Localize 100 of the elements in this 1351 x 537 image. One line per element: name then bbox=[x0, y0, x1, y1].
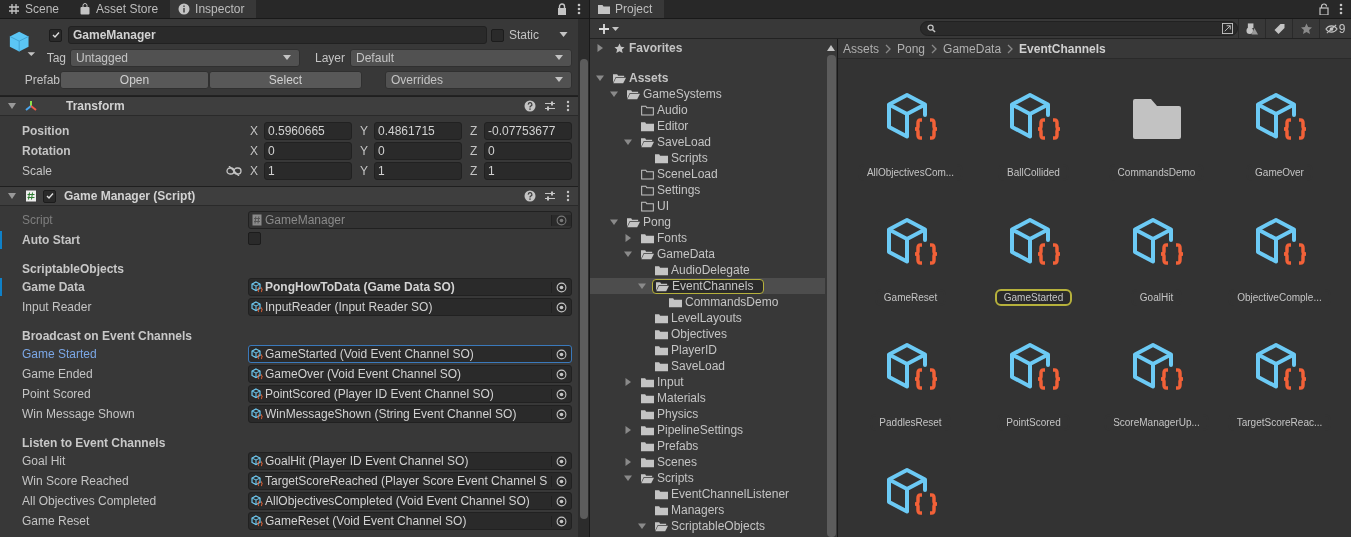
tree-item[interactable]: GameSystems bbox=[624, 86, 725, 102]
menu-icon[interactable] bbox=[1339, 3, 1343, 15]
shapes-icon[interactable] bbox=[1245, 22, 1259, 35]
object-field[interactable]: PongHowToData (Game Data SO) bbox=[248, 278, 572, 296]
cube-icon[interactable] bbox=[8, 29, 36, 57]
tree-item[interactable]: PlayerID bbox=[652, 342, 720, 358]
tree-item[interactable]: ScriptableObjects bbox=[652, 518, 769, 534]
expand-arrow-icon[interactable] bbox=[638, 282, 646, 290]
number-field[interactable]: 1 bbox=[374, 162, 462, 180]
tree-item[interactable]: Settings bbox=[638, 182, 704, 198]
expand-arrow-icon[interactable] bbox=[596, 44, 604, 52]
tree-item[interactable]: Scenes bbox=[638, 454, 701, 470]
enabled-checkbox[interactable] bbox=[43, 189, 56, 203]
object-field[interactable]: GameReset (Void Event Channel SO) bbox=[248, 512, 572, 530]
number-field[interactable]: -0.07753677 bbox=[484, 122, 572, 140]
expand-arrow-icon[interactable] bbox=[624, 138, 632, 146]
expand-arrow-icon[interactable] bbox=[624, 458, 632, 466]
tag-icon[interactable] bbox=[1272, 22, 1286, 35]
expand-arrow-icon[interactable] bbox=[624, 378, 632, 386]
number-field[interactable]: 0.4861715 bbox=[374, 122, 462, 140]
menu-icon[interactable] bbox=[566, 190, 570, 202]
overrides-dropdown[interactable]: Overrides bbox=[385, 71, 572, 89]
scroll-up-arrow-icon[interactable] bbox=[827, 45, 835, 51]
breadcrumb-link[interactable]: EventChannels bbox=[1019, 41, 1106, 56]
lock-icon[interactable] bbox=[557, 3, 567, 15]
presets-icon[interactable] bbox=[544, 100, 556, 112]
expand-arrow-icon[interactable] bbox=[596, 74, 604, 82]
tree-item[interactable]: Audio bbox=[638, 102, 691, 118]
help-icon[interactable] bbox=[524, 190, 536, 202]
tree-item[interactable]: Materials bbox=[638, 390, 709, 406]
number-field[interactable]: 0.5960665 bbox=[264, 122, 352, 140]
scrollbar[interactable] bbox=[578, 19, 589, 537]
tree-item[interactable]: EventChannelListener bbox=[652, 486, 793, 502]
component-header[interactable]: Transform bbox=[0, 96, 578, 116]
object-field[interactable]: WinMessageShown (String Event Channel SO) bbox=[248, 405, 572, 423]
panel-tab[interactable]: Project bbox=[590, 0, 665, 18]
prefab-button[interactable]: Select bbox=[209, 71, 362, 89]
name-field[interactable]: GameManager bbox=[68, 26, 487, 44]
tree-item[interactable]: Fonts bbox=[638, 230, 690, 246]
object-field[interactable]: PointScored (Player ID Event Channel SO) bbox=[248, 385, 572, 403]
number-field[interactable]: 1 bbox=[264, 162, 352, 180]
object-field[interactable]: TargetScoreReached (Player Score Event Channel S bbox=[248, 472, 572, 490]
tree-item[interactable]: Input bbox=[638, 374, 687, 390]
star-icon[interactable] bbox=[1299, 22, 1313, 35]
object-field[interactable]: GameOver (Void Event Channel SO) bbox=[248, 365, 572, 383]
menu-icon[interactable] bbox=[577, 3, 581, 15]
active-checkbox[interactable] bbox=[49, 28, 62, 42]
tree-item[interactable]: PipelineSettings bbox=[638, 422, 747, 438]
expand-arrow-icon[interactable] bbox=[8, 192, 16, 200]
number-field[interactable]: 1 bbox=[484, 162, 572, 180]
object-field[interactable]: InputReader (Input Reader SO) bbox=[248, 298, 572, 316]
prefab-button[interactable]: Open bbox=[60, 71, 209, 89]
expand-arrow-icon[interactable] bbox=[8, 102, 16, 110]
number-field[interactable]: 0 bbox=[264, 142, 352, 160]
tree-item[interactable]: Physics bbox=[638, 406, 702, 422]
lock-icon[interactable] bbox=[1319, 3, 1329, 15]
layer-dropdown[interactable]: Default bbox=[350, 49, 572, 67]
panel-tab[interactable]: Asset Store bbox=[71, 0, 171, 18]
panel-tab[interactable]: Inspector bbox=[170, 0, 257, 18]
help-icon[interactable] bbox=[524, 100, 536, 112]
tree-item[interactable]: Favorites bbox=[610, 40, 686, 56]
tree-item[interactable]: SceneLoad bbox=[638, 166, 721, 182]
presets-icon[interactable] bbox=[544, 190, 556, 202]
save-search-icon[interactable] bbox=[1222, 23, 1233, 34]
expand-arrow-icon[interactable] bbox=[624, 474, 632, 482]
breadcrumb-link[interactable]: GameData bbox=[943, 41, 1002, 56]
expand-arrow-icon[interactable] bbox=[610, 218, 618, 226]
panel-tab[interactable]: Scene bbox=[0, 0, 72, 18]
number-field[interactable]: 0 bbox=[484, 142, 572, 160]
tree-item[interactable]: LevelLayouts bbox=[652, 310, 745, 326]
tree-item[interactable]: Scripts bbox=[638, 470, 697, 486]
object-field[interactable]: GameStarted (Void Event Channel SO) bbox=[248, 345, 572, 363]
tree-item[interactable]: Editor bbox=[638, 118, 692, 134]
unlink-icon[interactable] bbox=[226, 166, 242, 176]
tag-dropdown[interactable]: Untagged bbox=[70, 49, 300, 67]
auto-start-checkbox[interactable] bbox=[248, 232, 261, 245]
number-field[interactable]: 0 bbox=[374, 142, 462, 160]
add-dropdown-icon[interactable] bbox=[598, 22, 620, 35]
tree-item[interactable]: EventChannels bbox=[652, 278, 765, 294]
menu-icon[interactable] bbox=[566, 100, 570, 112]
asset-name[interactable]: GameStarted bbox=[994, 289, 1073, 306]
expand-arrow-icon[interactable] bbox=[638, 522, 646, 530]
tree-item[interactable]: Managers bbox=[652, 502, 728, 518]
expand-arrow-icon[interactable] bbox=[624, 250, 632, 258]
caret-icon[interactable] bbox=[559, 32, 568, 38]
hidden-packages-button[interactable]: 9 bbox=[1319, 19, 1350, 38]
tree-item[interactable]: UI bbox=[638, 198, 672, 214]
tree-item[interactable]: SaveLoad bbox=[638, 134, 715, 150]
object-field[interactable]: GoalHit (Player ID Event Channel SO) bbox=[248, 452, 572, 470]
expand-arrow-icon[interactable] bbox=[624, 234, 632, 242]
search-field[interactable] bbox=[920, 21, 1238, 36]
static-checkbox[interactable] bbox=[491, 28, 504, 42]
tree-item[interactable]: SaveLoad bbox=[652, 358, 729, 374]
expand-arrow-icon[interactable] bbox=[610, 90, 618, 98]
tree-item[interactable]: Objectives bbox=[652, 326, 731, 342]
tree-item[interactable]: Pong bbox=[624, 214, 675, 230]
tree-item[interactable]: CommandsDemo bbox=[666, 294, 782, 310]
expand-arrow-icon[interactable] bbox=[624, 426, 632, 434]
object-field[interactable]: AllObjectivesCompleted (Void Event Channel SO) bbox=[248, 492, 572, 510]
script-field[interactable]: GameManager bbox=[248, 211, 572, 229]
